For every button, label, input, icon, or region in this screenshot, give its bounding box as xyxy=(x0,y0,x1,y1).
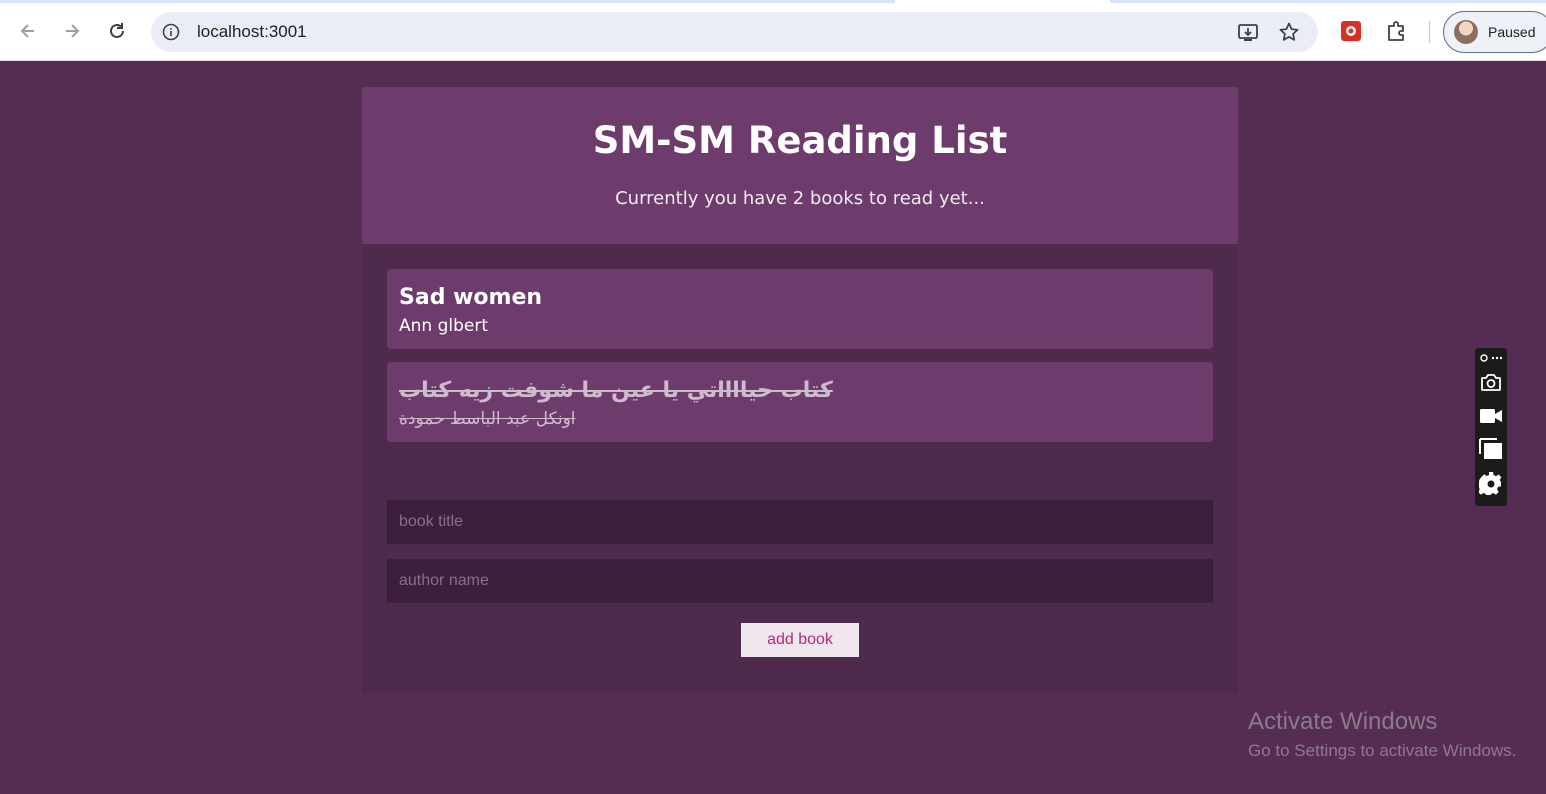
profile-button[interactable]: Paused xyxy=(1443,11,1546,53)
more-options-icon[interactable] xyxy=(1479,350,1503,366)
reload-button[interactable] xyxy=(102,16,132,46)
activation-watermark-title: Activate Windows xyxy=(1248,708,1438,735)
forward-button[interactable] xyxy=(57,16,87,46)
book-title: Sad women xyxy=(399,285,543,310)
arrow-right-icon xyxy=(66,24,80,38)
capture-toolbar xyxy=(1475,348,1507,506)
book-item[interactable]: Sad women Ann glbert xyxy=(387,269,1213,349)
book-title: كتاب حيااااتي يا عين ما شوفت زيه كتاب xyxy=(399,378,833,403)
book-title-input[interactable] xyxy=(387,500,1213,544)
video-camera-icon[interactable] xyxy=(1479,404,1503,428)
site-info-icon[interactable] xyxy=(161,22,181,42)
reload-icon xyxy=(110,23,124,38)
activation-watermark-text: Go to Settings to activate Windows. xyxy=(1248,741,1517,760)
extensions-puzzle-icon[interactable] xyxy=(1384,18,1410,44)
page-title: SM-SM Reading List xyxy=(592,119,1008,162)
camera-icon[interactable] xyxy=(1479,370,1503,394)
address-bar[interactable]: localhost:3001 xyxy=(151,12,1318,52)
gear-icon[interactable] xyxy=(1479,471,1503,495)
book-author: اونكل عبد الباسط حمودة xyxy=(399,409,576,429)
back-button[interactable] xyxy=(13,16,43,46)
book-author: Ann glbert xyxy=(399,316,489,336)
browser-toolbar: localhost:3001 Paused xyxy=(0,3,1546,61)
add-book-button[interactable]: add book xyxy=(741,623,859,657)
app-header: SM-SM Reading List Currently you have 2 … xyxy=(362,87,1238,244)
toolbar-divider xyxy=(1429,21,1430,43)
author-name-input[interactable] xyxy=(387,559,1213,603)
extension-icon[interactable] xyxy=(1338,18,1364,44)
avatar xyxy=(1454,20,1478,44)
book-item-completed[interactable]: كتاب حيااااتي يا عين ما شوفت زيه كتاب او… xyxy=(387,362,1213,442)
arrow-left-icon xyxy=(20,24,34,38)
bookmark-star-icon[interactable] xyxy=(1277,20,1301,44)
profile-status: Paused xyxy=(1488,24,1536,40)
install-app-icon[interactable] xyxy=(1236,20,1260,44)
url-text[interactable]: localhost:3001 xyxy=(197,22,307,42)
books-count-text: Currently you have 2 books to read yet..… xyxy=(615,188,985,209)
windows-icon[interactable] xyxy=(1479,437,1503,461)
reading-list-app: SM-SM Reading List Currently you have 2 … xyxy=(362,87,1238,694)
